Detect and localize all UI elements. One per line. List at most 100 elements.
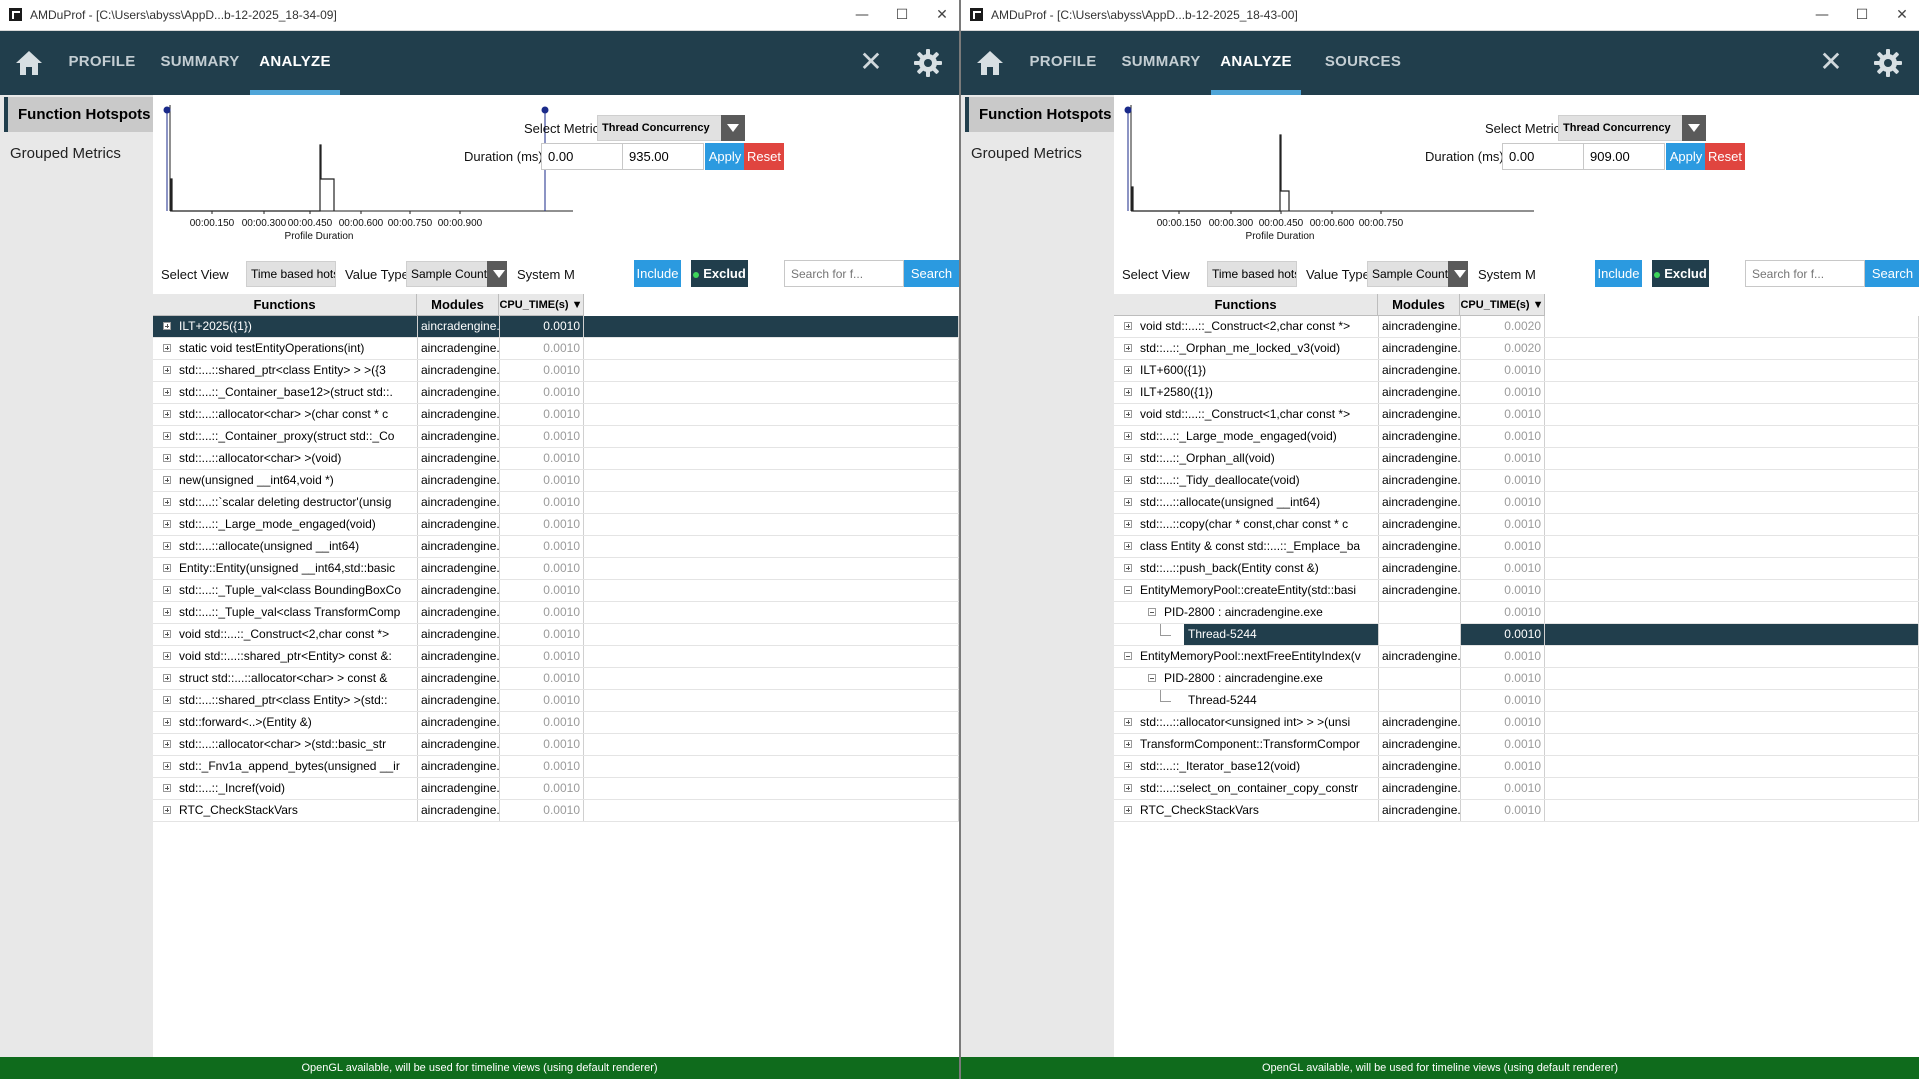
table-row[interactable]: std::...::select_on_container_copy_const… <box>1114 778 1919 800</box>
expand-plus-icon[interactable] <box>1124 542 1132 550</box>
maximize-button[interactable]: ☐ <box>887 4 917 26</box>
table-row[interactable]: std::...::allocator<char> >(void) aincrad… <box>153 448 959 470</box>
expand-plus-icon[interactable] <box>163 740 171 748</box>
minimize-button[interactable]: — <box>1807 4 1837 26</box>
tab-sources[interactable]: SOURCES <box>1313 53 1413 73</box>
settings-button[interactable] <box>913 48 943 78</box>
expand-plus-icon[interactable] <box>163 344 171 352</box>
expand-plus-icon[interactable] <box>163 520 171 528</box>
minimize-button[interactable]: — <box>847 4 877 26</box>
table-row[interactable]: std::...::`scalar deleting destructor'(u… <box>153 492 959 514</box>
table-row[interactable]: Thread-5244 0.0010 <box>1114 690 1919 712</box>
table-row[interactable]: TransformComponent::TransformCompor aincr… <box>1114 734 1919 756</box>
metric-dropdown[interactable]: Thread Concurrency <box>597 115 722 141</box>
reset-button[interactable]: Reset <box>1705 143 1745 170</box>
expand-plus-icon[interactable] <box>1124 784 1132 792</box>
close-session-button[interactable]: ✕ <box>1817 47 1845 77</box>
value-type-dropdown[interactable]: Sample Count <box>406 261 488 287</box>
column-header-functions[interactable]: Functions <box>1114 294 1378 316</box>
expand-plus-icon[interactable] <box>163 784 171 792</box>
expand-plus-icon[interactable] <box>163 608 171 616</box>
expand-plus-icon[interactable] <box>1124 432 1132 440</box>
table-row[interactable]: std::_Fnv1a_append_bytes(unsigned __ir ai… <box>153 756 959 778</box>
collapse-minus-icon[interactable] <box>1124 652 1132 660</box>
table-row[interactable]: std::...::allocator<char> >(std::basic_s… <box>153 734 959 756</box>
tab-analyze[interactable]: ANALYZE <box>1211 53 1301 73</box>
expand-plus-icon[interactable] <box>163 674 171 682</box>
expand-plus-icon[interactable] <box>163 388 171 396</box>
table-row[interactable]: std::...::_Container_base12>(struct std:… <box>153 382 959 404</box>
expand-plus-icon[interactable] <box>1124 476 1132 484</box>
expand-plus-icon[interactable] <box>163 718 171 726</box>
table-row[interactable]: static void testEntityOperations(int) ain… <box>153 338 959 360</box>
duration-start-input[interactable]: 0.00 <box>1502 143 1584 170</box>
thread-concurrency-timeline[interactable]: 00:00.150 00:00.300 00:00.450 00:00.600 00:0… <box>153 95 573 245</box>
apply-button[interactable]: Apply <box>705 143 745 170</box>
collapse-minus-icon[interactable] <box>1148 674 1156 682</box>
metric-dropdown[interactable]: Thread Concurrency <box>1558 115 1683 141</box>
table-row[interactable]: RTC_CheckStackVars aincradengine.ex0.0010 <box>153 800 959 822</box>
range-end-handle[interactable] <box>541 106 549 114</box>
table-row[interactable]: void std::...::_Construct<1,char const *… <box>1114 404 1919 426</box>
expand-plus-icon[interactable] <box>163 586 171 594</box>
tab-summary[interactable]: SUMMARY <box>1111 53 1211 73</box>
table-row[interactable]: std::...::_Incref(void) aincradengine.ex0… <box>153 778 959 800</box>
table-row[interactable]: std::...::_Orphan_me_locked_v3(void) ainc… <box>1114 338 1919 360</box>
table-row[interactable]: std::...::push_back(Entity const &) aincr… <box>1114 558 1919 580</box>
table-row[interactable]: PID-2800 : aincradengine.exe 0.0010 <box>1114 668 1919 690</box>
exclude-toggle[interactable]: Exclud <box>1652 260 1709 287</box>
table-row[interactable]: std::...::copy(char * const,char const *… <box>1114 514 1919 536</box>
sidebar-item-function-hotspots[interactable]: Function Hotspots <box>4 97 153 132</box>
table-row[interactable]: std::...::shared_ptr<class Entity> >(std… <box>153 690 959 712</box>
apply-button[interactable]: Apply <box>1666 143 1706 170</box>
table-row[interactable]: std::...::_Container_proxy(struct std::_… <box>153 426 959 448</box>
table-row[interactable]: ILT+600({1}) aincradengine.ex0.0010 <box>1114 360 1919 382</box>
table-row[interactable]: std::...::_Iterator_base12(void) aincrade… <box>1114 756 1919 778</box>
range-start-handle[interactable] <box>163 106 171 114</box>
expand-plus-icon[interactable] <box>163 410 171 418</box>
column-header-cpu-time[interactable]: CPU_TIME(s) ▼ <box>1460 294 1545 316</box>
sidebar-item-grouped-metrics[interactable]: Grouped Metrics <box>10 145 121 162</box>
table-row[interactable]: void std::...::shared_ptr<Entity> const … <box>153 646 959 668</box>
chevron-down-icon[interactable] <box>1682 115 1706 141</box>
expand-plus-icon[interactable] <box>1124 564 1132 572</box>
close-session-button[interactable]: ✕ <box>857 47 885 77</box>
range-start-handle[interactable] <box>1124 106 1132 114</box>
column-header-functions[interactable]: Functions <box>153 294 417 316</box>
chevron-down-icon[interactable] <box>721 115 745 141</box>
settings-button[interactable] <box>1873 48 1903 78</box>
table-row[interactable]: void std::...::_Construct<2,char const *… <box>153 624 959 646</box>
expand-plus-icon[interactable] <box>1124 762 1132 770</box>
maximize-button[interactable]: ☐ <box>1847 4 1877 26</box>
expand-plus-icon[interactable] <box>1124 366 1132 374</box>
table-row[interactable]: class Entity & const std::...::_Emplace_… <box>1114 536 1919 558</box>
expand-plus-icon[interactable] <box>1124 344 1132 352</box>
table-row[interactable]: std::...::_Tidy_deallocate(void) aincrade… <box>1114 470 1919 492</box>
expand-plus-icon[interactable] <box>1124 718 1132 726</box>
table-row[interactable]: new(unsigned __int64,void *) aincradengin… <box>153 470 959 492</box>
duration-end-input[interactable]: 935.00 <box>622 143 704 170</box>
tab-analyze[interactable]: ANALYZE <box>250 53 340 73</box>
expand-plus-icon[interactable] <box>1124 388 1132 396</box>
table-row[interactable]: struct std::...::allocator<char> > const… <box>153 668 959 690</box>
chevron-down-icon[interactable] <box>487 261 507 287</box>
table-row[interactable]: Thread-5244 0.0010 <box>1114 624 1919 646</box>
view-dropdown[interactable]: Time based hotspo <box>1207 261 1297 287</box>
tab-profile[interactable]: PROFILE <box>62 53 142 73</box>
table-row[interactable]: std::...::_Large_mode_engaged(void) aincr… <box>1114 426 1919 448</box>
column-header-modules[interactable]: Modules <box>1378 294 1460 316</box>
table-row[interactable]: std::...::allocate(unsigned __int64) ainc… <box>1114 492 1919 514</box>
close-window-button[interactable]: ✕ <box>1887 4 1917 26</box>
duration-end-input[interactable]: 909.00 <box>1583 143 1665 170</box>
table-row[interactable]: EntityMemoryPool::createEntity(std::basi… <box>1114 580 1919 602</box>
expand-plus-icon[interactable] <box>1124 498 1132 506</box>
table-row[interactable]: std::...::allocator<unsigned int> > >(un… <box>1114 712 1919 734</box>
table-row[interactable]: std::...::_Tuple_val<class TransformComp… <box>153 602 959 624</box>
duration-start-input[interactable]: 0.00 <box>541 143 623 170</box>
exclude-toggle[interactable]: Exclud <box>691 260 748 287</box>
view-dropdown[interactable]: Time based hotspo <box>246 261 336 287</box>
expand-plus-icon[interactable] <box>1124 410 1132 418</box>
thread-concurrency-timeline[interactable]: 00:00.150 00:00.300 00:00.450 00:00.600 00:0… <box>1114 95 1534 245</box>
expand-plus-icon[interactable] <box>163 432 171 440</box>
reset-button[interactable]: Reset <box>744 143 784 170</box>
